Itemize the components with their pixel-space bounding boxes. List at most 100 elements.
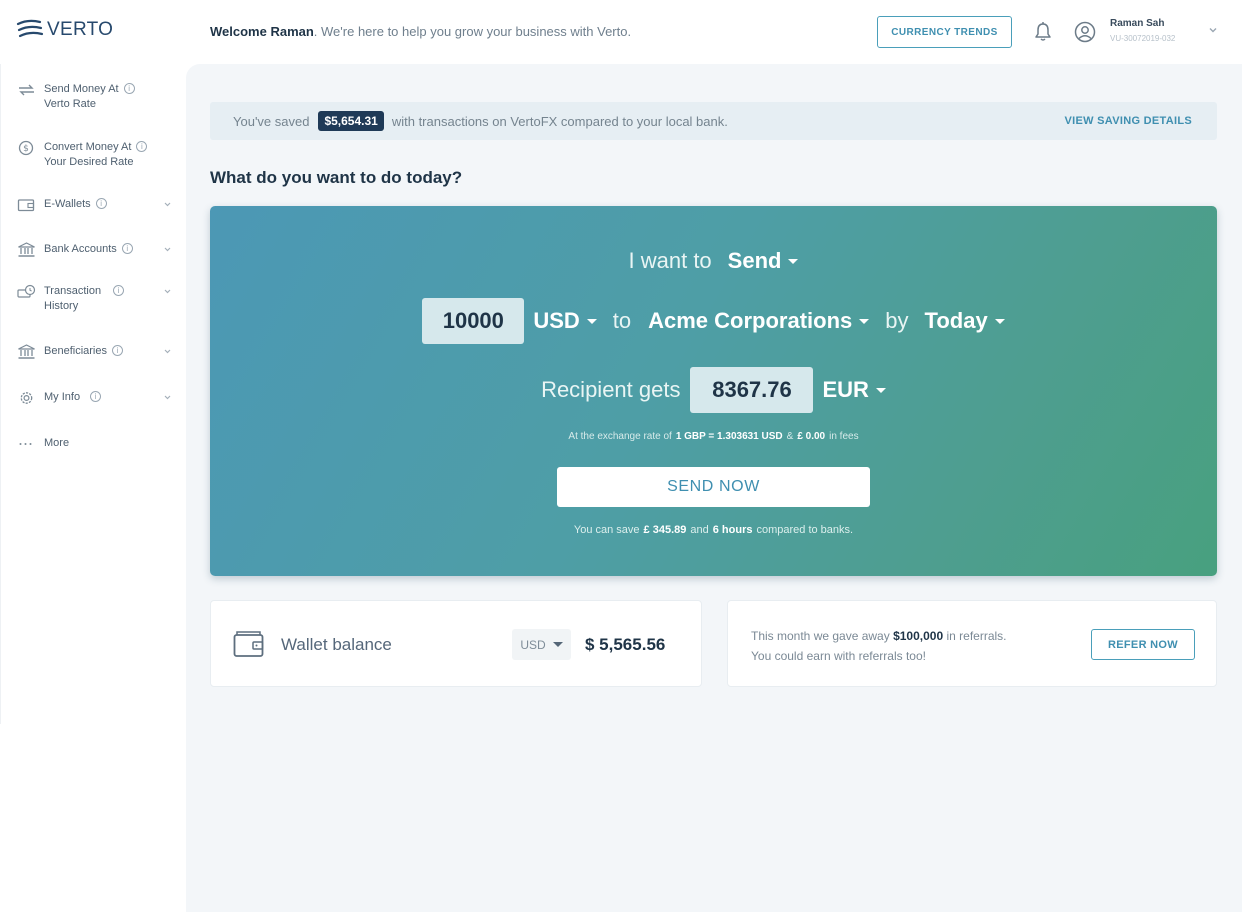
savings-banner: You've saved $5,654.31 with transactions… [210,102,1217,140]
referral-text: This month we gave away $100,000 in refe… [751,626,1007,666]
savings-amount-badge: $5,654.31 [318,111,384,131]
sidebar-item-convert-money[interactable]: $ Convert Money At i Your Desired Rate [17,140,148,170]
recipient-gets-label: Recipient gets [541,377,681,402]
wallet-balance-amount: $ 5,565.56 [585,635,666,654]
wallet-icon [233,631,264,657]
gear-icon [20,392,33,404]
chevron-down-icon[interactable] [163,245,172,254]
user-name[interactable]: Raman Sah [1110,18,1164,29]
recipient-value: Acme Corporations [648,308,853,333]
send-money-icon [19,84,34,96]
recipient-dropdown[interactable]: Acme Corporations [648,308,870,334]
sidebar-item-label: Convert Money At [44,141,132,153]
send-now-button[interactable]: SEND NOW [557,467,870,507]
refer-now-button[interactable]: REFER NOW [1091,629,1195,660]
info-icon[interactable]: i [136,140,148,152]
action-row: I want to Send [210,246,1217,276]
caret-down-icon [552,642,563,647]
bank-comparison-note: You can save £ 345.89 and 6 hours compar… [210,523,1217,537]
caret-down-icon [788,258,799,264]
currency-value: USD [533,308,580,333]
chevron-down-icon[interactable] [163,393,172,402]
wallet-icon [17,199,35,212]
wallet-currency-value: USD [520,637,546,652]
sidebar-item-beneficiaries[interactable]: Beneficiaries i [17,344,123,360]
rate-suffix: in fees [829,430,859,442]
sidebar-item-my-info[interactable]: My Info i [17,390,102,406]
wallet-balance-card: Wallet balance USD $ 5,565.56 [210,600,702,687]
wallet-balance-label: Wallet balance [281,635,392,654]
exchange-rate-info: At the exchange rate of 1 GBP = 1.303631… [210,429,1217,443]
caret-down-icon [875,387,886,393]
chevron-down-icon[interactable] [163,347,172,356]
referral-line2: You could earn with referrals too! [751,649,926,663]
sidebar-item-label: E-Wallets [44,198,91,210]
top-header: VERTO Welcome Raman. We're here to help … [0,0,1242,64]
verto-logo[interactable]: VERTO [16,18,113,42]
verto-logo-icon [16,19,44,38]
sidebar-item-label: Beneficiaries [44,345,107,357]
sidebar-item-label: Bank Accounts [44,243,117,255]
more-dots-icon [19,443,32,445]
date-dropdown[interactable]: Today [925,308,1005,334]
sidebar-item-label-2: Verto Rate [44,98,96,110]
savings-suffix: with transactions on VertoFX compared to… [391,113,728,129]
caret-down-icon [859,318,870,324]
notification-bell-icon[interactable] [1032,21,1054,43]
sidebar-item-label: Send Money At [44,83,119,95]
recipient-currency-dropdown[interactable]: EUR [822,377,886,403]
chevron-down-icon[interactable] [163,287,172,296]
beneficiaries-icon [18,344,35,359]
sidebar-item-transaction-history[interactable]: Transaction i History [17,284,125,314]
save-prefix: You can save [573,524,640,536]
sidebar-item-label: More [44,437,70,449]
sidebar-item-send-money[interactable]: Send Money At i Verto Rate [17,82,135,112]
recipient-currency-value: EUR [822,377,869,402]
sidebar: Send Money At i Verto Rate $ Convert Money… [0,64,186,724]
recipient-amount-input[interactable]: 8367.76 [690,367,814,413]
user-avatar-icon[interactable] [1074,21,1096,43]
referral-line1-prefix: This month we gave away [751,629,890,643]
caret-down-icon [586,318,597,324]
sidebar-item-bank-accounts[interactable]: Bank Accounts i [17,242,133,258]
sidebar-item-e-wallets[interactable]: E-Wallets i [17,197,107,213]
chevron-down-icon[interactable] [1208,25,1218,35]
info-icon[interactable]: i [111,344,123,356]
info-icon[interactable]: i [90,390,102,402]
date-value: Today [924,308,988,333]
svg-text:$: $ [23,144,29,154]
view-saving-details-link[interactable]: VIEW SAVING DETAILS [1064,115,1192,127]
sidebar-item-label-2: History [44,300,79,312]
referral-line1-suffix: in referrals. [946,629,1007,643]
welcome-text: . We're here to help you grow your busin… [313,24,632,39]
referral-card: This month we gave away $100,000 in refe… [727,600,1217,687]
save-amount: £ 345.89 [643,524,687,536]
info-icon[interactable]: i [95,197,107,209]
chevron-down-icon[interactable] [163,200,172,209]
sidebar-item-label: Transaction [44,285,102,297]
sidebar-item-more[interactable]: More [17,436,69,452]
transfer-panel: I want to Send 10000 USD to Acme Corpora… [210,206,1217,576]
info-icon[interactable]: i [113,284,125,296]
rate-fees: £ 0.00 [797,430,826,442]
welcome-name: Welcome Raman [210,24,314,39]
wallet-currency-dropdown[interactable]: USD [512,629,571,660]
caret-down-icon [994,318,1005,324]
amount-input[interactable]: 10000 [422,298,525,344]
action-dropdown[interactable]: Send [728,248,799,274]
info-icon[interactable]: i [121,242,133,254]
save-and: and [690,524,709,536]
rate-value: 1 GBP = 1.303631 USD [675,430,783,442]
transaction-history-icon [17,284,36,298]
sidebar-item-label: My Info [44,391,81,403]
currency-dropdown[interactable]: USD [533,308,597,334]
to-label: to [612,308,632,333]
user-id: VU-30072019-032 [1110,34,1176,43]
info-icon[interactable]: i [123,82,135,94]
recipient-gets-row: Recipient gets 8367.76 EUR [210,367,1217,413]
save-time: 6 hours [712,524,753,536]
currency-trends-button[interactable]: CURRENCY TRENDS [877,16,1012,48]
savings-prefix: You've saved [233,113,310,129]
page-question: What do you want to do today? [210,168,463,187]
logo-text: VERTO [47,19,114,40]
